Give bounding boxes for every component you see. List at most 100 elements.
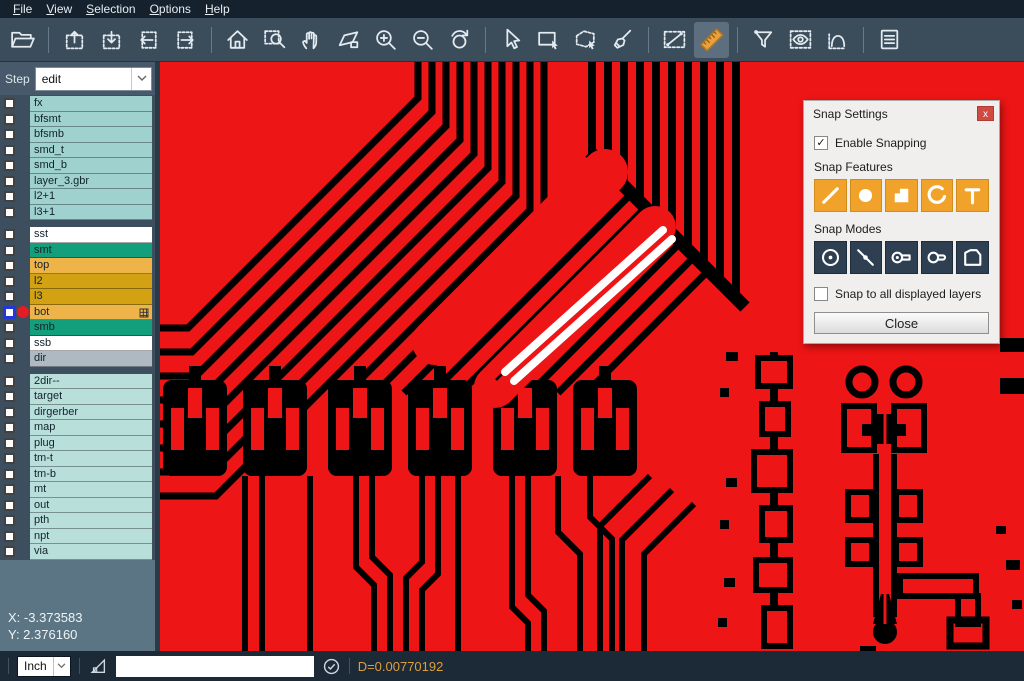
zoom-home-button[interactable] xyxy=(220,22,255,58)
select-rectangle-button[interactable] xyxy=(531,22,566,58)
layer-name[interactable]: mt xyxy=(30,482,152,498)
load-layer-right-button[interactable] xyxy=(168,22,203,58)
layer-checkbox[interactable] xyxy=(4,145,15,156)
layer-row-layer_3.gbr[interactable]: layer_3.gbr xyxy=(0,174,155,190)
snap-feature-line-button[interactable] xyxy=(814,179,847,212)
zoom-previous-button[interactable] xyxy=(442,22,477,58)
layer-checkbox[interactable] xyxy=(4,291,15,302)
layer-name[interactable]: 2dir-- xyxy=(30,374,152,390)
layer-row-bot[interactable]: bot xyxy=(0,305,155,321)
menu-item-file[interactable]: File xyxy=(6,0,39,18)
layer-checkbox[interactable] xyxy=(4,469,15,480)
layer-row-target[interactable]: target xyxy=(0,389,155,405)
layer-checkbox[interactable] xyxy=(4,114,15,125)
view-options-button[interactable] xyxy=(783,22,818,58)
layer-name[interactable]: l2 xyxy=(30,274,152,290)
dialog-titlebar[interactable]: Snap Settings x xyxy=(804,101,999,125)
layer-row-tm-t[interactable]: tm-t xyxy=(0,451,155,467)
layer-name[interactable]: ssb xyxy=(30,336,152,352)
layer-name[interactable]: smb xyxy=(30,320,152,336)
menu-item-view[interactable]: View xyxy=(39,0,79,18)
pcb-canvas[interactable]: Snap Settings x ✓ Enable Snapping Snap F… xyxy=(160,62,1024,651)
layer-checkbox[interactable] xyxy=(4,407,15,418)
menu-item-selection[interactable]: Selection xyxy=(79,0,142,18)
snap-mode-pad-gate-filled-button[interactable] xyxy=(885,241,918,274)
close-button[interactable]: Close xyxy=(814,312,989,334)
layer-row-smt[interactable]: smt xyxy=(0,243,155,259)
layer-name[interactable]: l3+1 xyxy=(30,205,152,221)
menu-item-options[interactable]: Options xyxy=(143,0,198,18)
snap-feature-text-button[interactable] xyxy=(956,179,989,212)
layer-name[interactable]: pth xyxy=(30,513,152,529)
load-layer-down-button[interactable] xyxy=(94,22,129,58)
layer-checkbox[interactable] xyxy=(4,260,15,271)
layer-name[interactable]: smd_t xyxy=(30,143,152,159)
snap-feature-arc-button[interactable] xyxy=(921,179,954,212)
measure-points-button[interactable] xyxy=(657,22,692,58)
snap-mode-corner-button[interactable] xyxy=(956,241,989,274)
command-input[interactable] xyxy=(116,656,314,677)
layer-row-l3[interactable]: l3 xyxy=(0,289,155,305)
layer-row-ssb[interactable]: ssb xyxy=(0,336,155,352)
layer-checkbox[interactable] xyxy=(4,322,15,333)
layer-name[interactable]: smt xyxy=(30,243,152,259)
layer-checkbox[interactable] xyxy=(4,484,15,495)
layer-checkbox[interactable] xyxy=(4,453,15,464)
layer-checkbox[interactable] xyxy=(4,207,15,218)
menu-item-help[interactable]: Help xyxy=(198,0,237,18)
snap-status-icon[interactable] xyxy=(322,657,341,676)
snap-mode-midpoint-button[interactable] xyxy=(850,241,883,274)
layer-row-plug[interactable]: plug xyxy=(0,436,155,452)
layer-name[interactable]: plug xyxy=(30,436,152,452)
step-select[interactable]: edit xyxy=(35,67,152,91)
layer-row-bfsmt[interactable]: bfsmt xyxy=(0,112,155,128)
pan-hand-button[interactable] xyxy=(294,22,329,58)
clean-tool-button[interactable] xyxy=(605,22,640,58)
layer-checkbox[interactable] xyxy=(4,276,15,287)
layer-row-l2[interactable]: l2 xyxy=(0,274,155,290)
layer-row-via[interactable]: via xyxy=(0,544,155,560)
layer-name[interactable]: tm-t xyxy=(30,451,152,467)
layer-checkbox[interactable] xyxy=(4,353,15,364)
close-icon[interactable]: x xyxy=(977,106,994,121)
layer-name[interactable]: layer_3.gbr xyxy=(30,174,152,190)
layer-row-dirgerber[interactable]: dirgerber xyxy=(0,405,155,421)
snap-mode-center-button[interactable] xyxy=(814,241,847,274)
layer-row-pth[interactable]: pth xyxy=(0,513,155,529)
layer-row-tm-b[interactable]: tm-b xyxy=(0,467,155,483)
zoom-region-button[interactable] xyxy=(257,22,292,58)
select-polygon-button[interactable] xyxy=(568,22,603,58)
layer-checkbox[interactable] xyxy=(4,160,15,171)
layer-row-out[interactable]: out xyxy=(0,498,155,514)
layer-name[interactable]: target xyxy=(30,389,152,405)
layer-checkbox[interactable] xyxy=(4,422,15,433)
layer-row-mt[interactable]: mt xyxy=(0,482,155,498)
layer-checkbox[interactable] xyxy=(4,191,15,202)
layer-checkbox[interactable] xyxy=(4,500,15,511)
layer-name[interactable]: bfsmt xyxy=(30,112,152,128)
layer-checkbox[interactable] xyxy=(4,229,15,240)
snap-feature-surface-button[interactable] xyxy=(885,179,918,212)
layer-checkbox[interactable] xyxy=(4,98,15,109)
layer-checkbox[interactable] xyxy=(4,531,15,542)
zoom-window-button[interactable] xyxy=(331,22,366,58)
layer-name[interactable]: smd_b xyxy=(30,158,152,174)
layer-row-l3+1[interactable]: l3+1 xyxy=(0,205,155,221)
measure-arc-button[interactable] xyxy=(820,22,855,58)
layer-name[interactable]: sst xyxy=(30,227,152,243)
filter-tool-button[interactable] xyxy=(746,22,781,58)
layer-name[interactable]: via xyxy=(30,544,152,560)
layer-checkbox[interactable] xyxy=(4,438,15,449)
layer-row-top[interactable]: top xyxy=(0,258,155,274)
layer-checkbox[interactable] xyxy=(4,546,15,557)
report-list-button[interactable] xyxy=(872,22,907,58)
layer-checkbox[interactable] xyxy=(4,376,15,387)
zoom-out-button[interactable] xyxy=(405,22,440,58)
open-project-button[interactable] xyxy=(5,22,40,58)
layer-checkbox[interactable] xyxy=(4,338,15,349)
all-layers-row[interactable]: Snap to all displayed layers xyxy=(814,287,989,301)
layer-row-2dir--[interactable]: 2dir-- xyxy=(0,374,155,390)
layer-row-npt[interactable]: npt xyxy=(0,529,155,545)
layer-checkbox[interactable] xyxy=(4,245,15,256)
layer-row-smd_b[interactable]: smd_b xyxy=(0,158,155,174)
